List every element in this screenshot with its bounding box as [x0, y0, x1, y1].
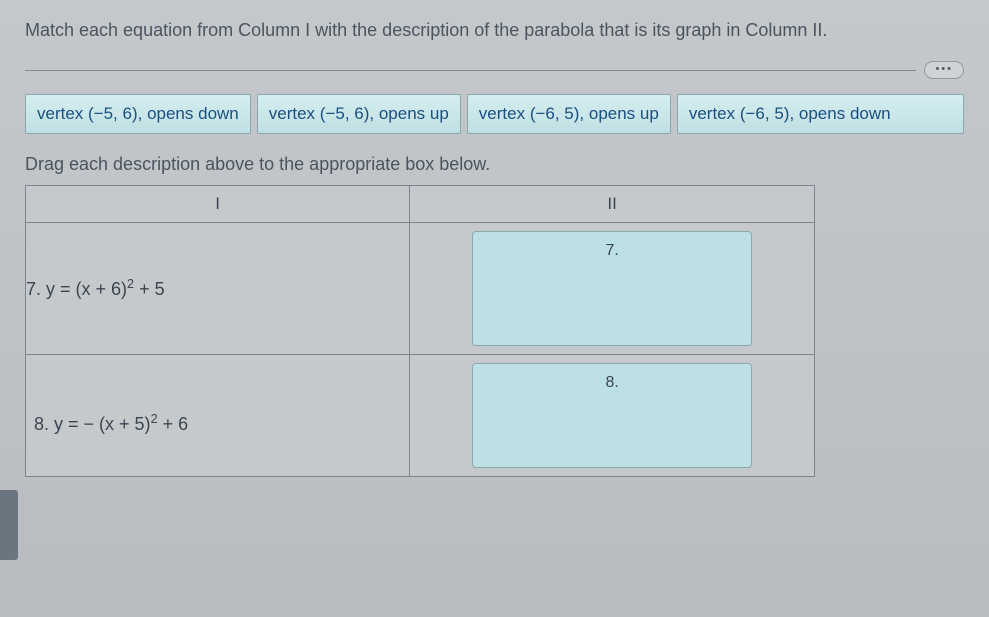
equation-body-pre: y = (x + 6) — [41, 279, 127, 299]
option-vertex-neg5-6-down[interactable]: vertex (−5, 6), opens down — [25, 94, 251, 134]
column-header-i: I — [26, 186, 410, 223]
equation-body-pre: y = − (x + 5) — [49, 414, 151, 434]
side-handle[interactable] — [0, 490, 18, 560]
option-vertex-neg6-5-up[interactable]: vertex (−6, 5), opens up — [467, 94, 671, 134]
equation-body-post: + 5 — [134, 279, 165, 299]
option-vertex-neg5-6-up[interactable]: vertex (−5, 6), opens up — [257, 94, 461, 134]
drop-zone-8[interactable]: 8. — [472, 363, 752, 468]
more-options-button[interactable]: ••• — [924, 61, 964, 79]
table-row: 8. y = − (x + 5)2 + 6 8. — [26, 355, 815, 477]
table-row: 7. y = (x + 6)2 + 5 7. — [26, 223, 815, 355]
divider-line — [25, 70, 916, 71]
drag-instructions: Drag each description above to the appro… — [25, 154, 964, 175]
column-header-ii: II — [410, 186, 815, 223]
equation-exponent: 2 — [151, 412, 158, 426]
option-vertex-neg6-5-down[interactable]: vertex (−6, 5), opens down — [677, 94, 964, 134]
main-instructions: Match each equation from Column I with t… — [25, 20, 964, 41]
equation-exponent: 2 — [127, 277, 134, 291]
equation-number: 7. — [26, 279, 41, 299]
divider-row: ••• — [25, 61, 964, 79]
equation-body-post: + 6 — [158, 414, 189, 434]
equation-cell-8: 8. y = − (x + 5)2 + 6 — [26, 355, 410, 477]
draggable-options-row: vertex (−5, 6), opens down vertex (−5, 6… — [25, 94, 964, 134]
equation-number: 8. — [34, 414, 49, 434]
matching-table: I II 7. y = (x + 6)2 + 5 7. 8. y = − (x … — [25, 185, 815, 477]
equation-cell-7: 7. y = (x + 6)2 + 5 — [26, 223, 410, 355]
drop-cell-7: 7. — [410, 223, 815, 355]
drop-zone-7[interactable]: 7. — [472, 231, 752, 346]
drop-cell-8: 8. — [410, 355, 815, 477]
